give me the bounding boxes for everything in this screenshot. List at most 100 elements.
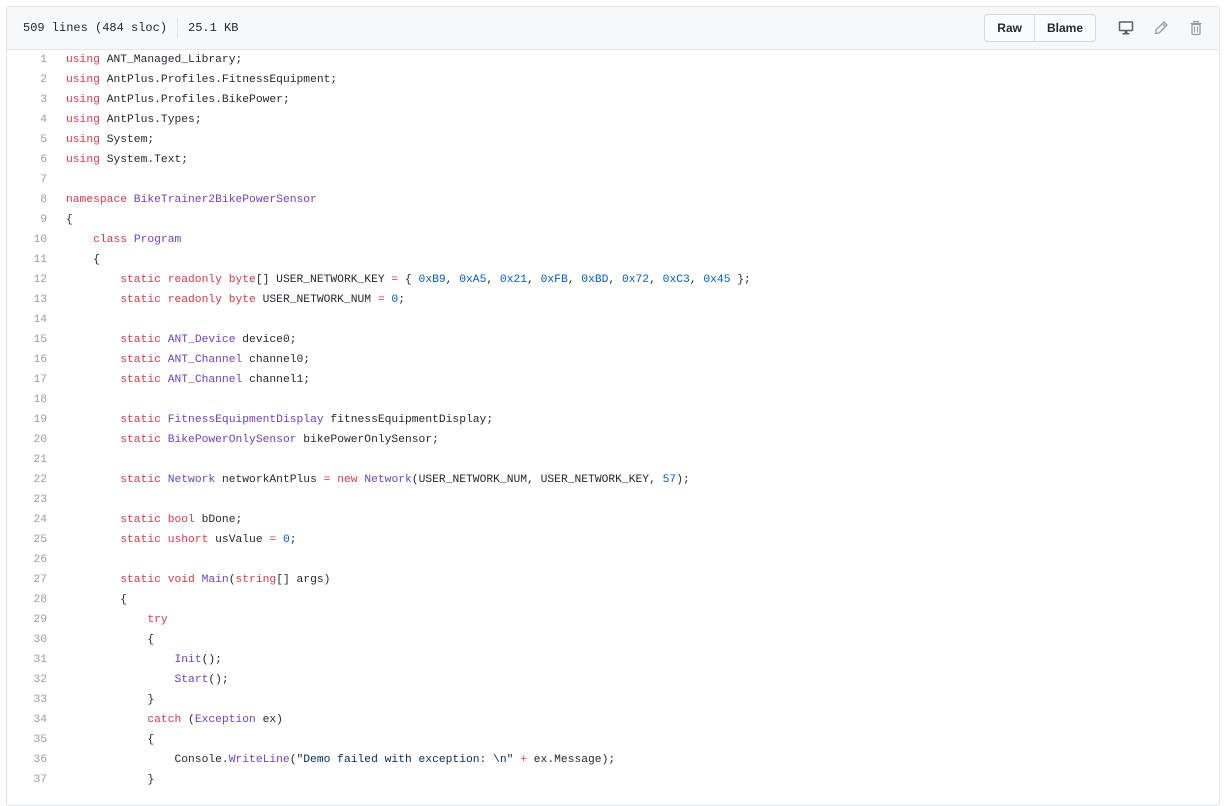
- line-number[interactable]: 6: [7, 150, 47, 170]
- line-number[interactable]: 33: [7, 690, 47, 710]
- line-number[interactable]: 27: [7, 570, 47, 590]
- code-token: BikePowerOnlySensor: [167, 434, 304, 446]
- code-token: 0xA5: [459, 274, 487, 286]
- code-token: networkAntPlus: [221, 474, 324, 486]
- line-content: }: [47, 770, 154, 790]
- line-number[interactable]: 14: [7, 310, 47, 330]
- code-token: ,: [567, 274, 582, 286]
- code-token: {: [66, 214, 73, 226]
- code-token: );: [676, 474, 690, 486]
- code-token: static: [120, 354, 168, 366]
- raw-button[interactable]: Raw: [984, 14, 1035, 42]
- line-number[interactable]: 13: [7, 290, 47, 310]
- code-token: AntPlus.Profiles.BikePower;: [106, 94, 290, 106]
- code-line: 15 static ANT_Device device0;: [7, 330, 1219, 350]
- line-number[interactable]: 23: [7, 490, 47, 510]
- pencil-icon[interactable]: [1148, 15, 1174, 41]
- code-token: +: [520, 754, 527, 766]
- line-number[interactable]: 36: [7, 750, 47, 770]
- line-number[interactable]: 7: [7, 170, 47, 190]
- code-token: 0x21: [499, 274, 528, 286]
- lines-info: 509 lines (484 sloc): [23, 21, 168, 35]
- code-line: 28 {: [7, 590, 1219, 610]
- code-token: 0xC3: [662, 274, 690, 286]
- line-number[interactable]: 15: [7, 330, 47, 350]
- code-token: 0x72: [621, 274, 650, 286]
- line-content: using AntPlus.Profiles.FitnessEquipment;: [47, 70, 337, 90]
- code-token: BikeTrainer2BikePowerSensor: [133, 194, 317, 206]
- view-button-group: Raw Blame: [984, 14, 1096, 42]
- line-number[interactable]: 32: [7, 670, 47, 690]
- code-token: 0xBD: [581, 274, 609, 286]
- line-number[interactable]: 19: [7, 410, 47, 430]
- line-number[interactable]: 28: [7, 590, 47, 610]
- line-number[interactable]: 3: [7, 90, 47, 110]
- code-token: ();: [208, 674, 229, 686]
- code-line: 21: [7, 450, 1219, 470]
- line-number[interactable]: 12: [7, 270, 47, 290]
- code-token: ANT_Managed_Library;: [106, 54, 243, 66]
- code-token: channel0;: [249, 354, 311, 366]
- line-content: namespace BikeTrainer2BikePowerSensor: [47, 190, 317, 210]
- code-token: ();: [201, 654, 222, 666]
- line-number[interactable]: 2: [7, 70, 47, 90]
- line-number[interactable]: 1: [7, 50, 47, 70]
- code-token: 0xB9: [418, 274, 446, 286]
- blame-button[interactable]: Blame: [1034, 14, 1096, 42]
- code-line: 4 using AntPlus.Types;: [7, 110, 1219, 130]
- line-number[interactable]: 29: [7, 610, 47, 630]
- code-token: usValue: [215, 534, 270, 546]
- line-number[interactable]: 11: [7, 250, 47, 270]
- line-content: static ushort usValue = 0;: [47, 530, 296, 550]
- code-token: bikePowerOnlySensor;: [303, 434, 439, 446]
- line-number[interactable]: 9: [7, 210, 47, 230]
- code-line: 7: [7, 170, 1219, 190]
- line-content: [47, 390, 66, 410]
- line-number[interactable]: 21: [7, 450, 47, 470]
- line-content: using System.Text;: [47, 150, 188, 170]
- line-content: {: [47, 250, 100, 270]
- line-content: using AntPlus.Types;: [47, 110, 202, 130]
- file-header: 509 lines (484 sloc) 25.1 KB Raw Blame: [7, 7, 1219, 50]
- line-number[interactable]: 25: [7, 530, 47, 550]
- code-line: 16 static ANT_Channel channel0;: [7, 350, 1219, 370]
- line-number[interactable]: 8: [7, 190, 47, 210]
- line-number[interactable]: 22: [7, 470, 47, 490]
- code-line: 24 static bool bDone;: [7, 510, 1219, 530]
- line-number[interactable]: 31: [7, 650, 47, 670]
- line-number[interactable]: 20: [7, 430, 47, 450]
- line-number[interactable]: 5: [7, 130, 47, 150]
- trash-icon[interactable]: [1183, 15, 1209, 41]
- line-number[interactable]: 10: [7, 230, 47, 250]
- line-number[interactable]: 17: [7, 370, 47, 390]
- code-token: System;: [106, 134, 155, 146]
- line-number[interactable]: 34: [7, 710, 47, 730]
- code-token: 0: [276, 534, 290, 546]
- line-content: Console.WriteLine("Demo failed with exce…: [47, 750, 615, 770]
- line-content: [47, 450, 66, 470]
- code-line: 20 static BikePowerOnlySensor bikePowerO…: [7, 430, 1219, 450]
- code-token: ANT_Channel: [167, 374, 250, 386]
- code-line: 5 using System;: [7, 130, 1219, 150]
- code-line: 29 try: [7, 610, 1219, 630]
- line-number[interactable]: 30: [7, 630, 47, 650]
- line-number[interactable]: 24: [7, 510, 47, 530]
- code-token: System.Text;: [106, 154, 189, 166]
- line-number[interactable]: 26: [7, 550, 47, 570]
- line-number[interactable]: 16: [7, 350, 47, 370]
- code-line: 12 static readonly byte[] USER_NETWORK_K…: [7, 270, 1219, 290]
- line-number[interactable]: 18: [7, 390, 47, 410]
- code-token: AntPlus.Types;: [106, 114, 202, 126]
- code-token: static void: [120, 574, 202, 586]
- code-token: (: [188, 714, 195, 726]
- line-content: static bool bDone;: [47, 510, 242, 530]
- line-number[interactable]: 37: [7, 770, 47, 790]
- line-number[interactable]: 35: [7, 730, 47, 750]
- code-token: static: [120, 474, 168, 486]
- code-token: ,: [608, 274, 622, 286]
- desktop-icon[interactable]: [1113, 15, 1139, 41]
- line-number[interactable]: 4: [7, 110, 47, 130]
- line-content: static ANT_Device device0;: [47, 330, 296, 350]
- code-line: 32 Start();: [7, 670, 1219, 690]
